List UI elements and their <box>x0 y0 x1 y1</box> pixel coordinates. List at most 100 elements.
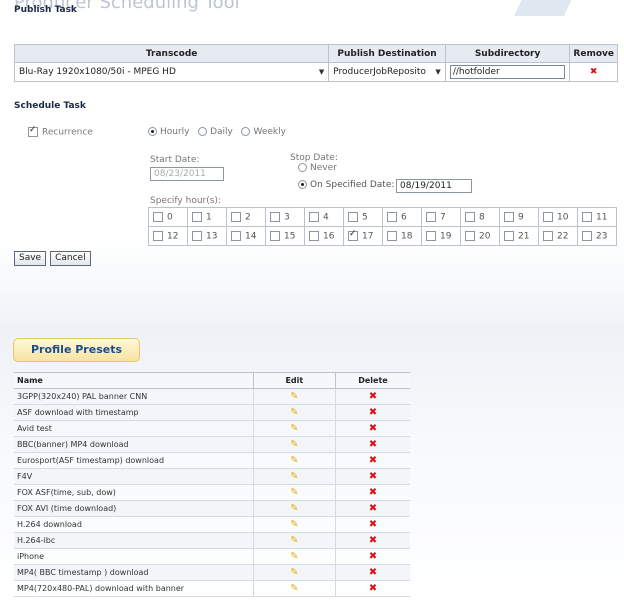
preset-row: H.264 download ✎ ✖ <box>14 516 410 533</box>
start-date-input[interactable]: 08/23/2011 <box>150 167 224 181</box>
delete-x-icon[interactable]: ✖ <box>334 436 410 453</box>
preset-name: H.264 download <box>14 516 254 533</box>
transcode-select[interactable]: Blu-Ray 1920x1080/50i - MPEG HD ▼ <box>13 62 330 82</box>
delete-x-icon[interactable]: ✖ <box>334 452 410 469</box>
hour-checkbox-2[interactable]: 2 <box>226 207 266 227</box>
radio-daily-label: Daily <box>210 127 233 137</box>
checkbox-icon <box>426 211 436 222</box>
edit-pencil-icon[interactable]: ✎ <box>252 516 336 533</box>
hour-checkbox-23[interactable]: 23 <box>577 226 617 246</box>
edit-pencil-icon[interactable]: ✎ <box>252 404 336 421</box>
edit-pencil-icon[interactable]: ✎ <box>252 580 336 597</box>
recurrence-checkbox[interactable]: Recurrence <box>28 125 93 138</box>
delete-x-icon[interactable]: ✖ <box>334 548 410 565</box>
checkbox-icon <box>465 211 475 222</box>
hour-checkbox-14[interactable]: 14 <box>226 226 266 246</box>
destination-select[interactable]: ProducerJobReposito ▼ <box>328 62 446 82</box>
edit-pencil-icon[interactable]: ✎ <box>252 564 336 581</box>
hour-checkbox-12[interactable]: 12 <box>148 226 188 246</box>
delete-x-icon[interactable]: ✖ <box>334 516 410 533</box>
delete-x-icon[interactable]: ✖ <box>334 484 410 501</box>
radio-hourly[interactable]: Hourly <box>148 127 190 137</box>
checkbox-icon <box>153 230 163 241</box>
hour-checkbox-8[interactable]: 8 <box>460 207 500 227</box>
checkbox-icon <box>426 230 436 241</box>
checkbox-icon <box>465 230 475 241</box>
preset-row: MP4(720x480-PAL) download with banner ✎ ✖ <box>14 580 410 597</box>
radio-selected-icon <box>298 180 307 189</box>
preset-name: F4V <box>14 468 254 485</box>
hour-checkbox-20[interactable]: 20 <box>460 226 500 246</box>
preset-row: ASF download with timestamp ✎ ✖ <box>14 404 410 421</box>
delete-x-icon[interactable]: ✖ <box>334 564 410 581</box>
hour-label: 2 <box>245 212 251 223</box>
delete-x-icon[interactable]: ✖ <box>334 580 410 597</box>
save-button[interactable]: Save <box>14 251 47 266</box>
hour-label: 15 <box>284 231 296 242</box>
delete-x-icon[interactable]: ✖ <box>334 388 410 405</box>
hour-checkbox-6[interactable]: 6 <box>382 207 422 227</box>
chevron-down-icon: ▼ <box>318 68 325 76</box>
hour-label: 7 <box>440 212 446 223</box>
header-decoration <box>513 0 577 16</box>
delete-x-icon[interactable]: ✖ <box>334 404 410 421</box>
preset-name: FOX AVI (time download) <box>14 500 254 517</box>
radio-on-date[interactable]: On Specified Date: <box>298 180 394 190</box>
edit-pencil-icon[interactable]: ✎ <box>252 500 336 517</box>
subdirectory-input[interactable]: //hotfolder <box>449 65 566 79</box>
remove-x-icon[interactable]: ✖ <box>569 62 618 82</box>
checkbox-checked-icon <box>348 229 358 241</box>
delete-x-icon[interactable]: ✖ <box>334 468 410 485</box>
profile-presets-tab[interactable]: Profile Presets <box>13 338 140 362</box>
edit-pencil-icon[interactable]: ✎ <box>252 436 336 453</box>
hour-checkbox-7[interactable]: 7 <box>421 207 461 227</box>
hour-label: 19 <box>440 231 452 242</box>
hour-checkbox-9[interactable]: 9 <box>499 207 539 227</box>
radio-icon <box>298 163 307 172</box>
edit-pencil-icon[interactable]: ✎ <box>252 548 336 565</box>
hour-checkbox-17[interactable]: 17 <box>343 226 383 246</box>
stop-date-label: Stop Date: <box>290 153 338 163</box>
preset-name: MP4( BBC timestamp ) download <box>14 564 254 581</box>
hour-label: 13 <box>206 231 218 242</box>
preset-row: Avid test ✎ ✖ <box>14 420 410 437</box>
radio-never[interactable]: Never <box>298 163 337 173</box>
hours-row: 12 13 14 15 16 17 18 19 20 21 22 23 <box>148 226 617 246</box>
checkbox-icon <box>504 211 514 222</box>
checkbox-icon <box>504 230 514 241</box>
edit-pencil-icon[interactable]: ✎ <box>252 388 336 405</box>
stop-date-input[interactable]: 08/19/2011 <box>396 179 472 193</box>
radio-daily[interactable]: Daily <box>198 127 233 137</box>
delete-x-icon[interactable]: ✖ <box>334 500 410 517</box>
preset-name: 3GPP(320x240) PAL banner CNN <box>14 388 254 405</box>
hour-checkbox-15[interactable]: 15 <box>265 226 305 246</box>
hour-label: 21 <box>518 231 530 242</box>
hour-checkbox-10[interactable]: 10 <box>538 207 578 227</box>
hour-checkbox-4[interactable]: 4 <box>304 207 344 227</box>
radio-weekly[interactable]: Weekly <box>241 127 286 137</box>
hour-checkbox-21[interactable]: 21 <box>499 226 539 246</box>
checkbox-icon <box>192 211 202 222</box>
hour-checkbox-22[interactable]: 22 <box>538 226 578 246</box>
edit-pencil-icon[interactable]: ✎ <box>252 452 336 469</box>
delete-x-icon[interactable]: ✖ <box>334 420 410 437</box>
hour-checkbox-11[interactable]: 11 <box>577 207 617 227</box>
hour-checkbox-3[interactable]: 3 <box>265 207 305 227</box>
hour-checkbox-1[interactable]: 1 <box>187 207 227 227</box>
hour-checkbox-0[interactable]: 0 <box>148 207 188 227</box>
publish-task-title: Publish Task <box>14 5 77 15</box>
checkbox-icon <box>192 230 202 241</box>
edit-pencil-icon[interactable]: ✎ <box>252 420 336 437</box>
hour-checkbox-5[interactable]: 5 <box>343 207 383 227</box>
hour-checkbox-18[interactable]: 18 <box>382 226 422 246</box>
hour-checkbox-19[interactable]: 19 <box>421 226 461 246</box>
col-delete: Delete <box>334 372 410 389</box>
delete-x-icon[interactable]: ✖ <box>334 532 410 549</box>
hour-checkbox-16[interactable]: 16 <box>304 226 344 246</box>
schedule-task-title: Schedule Task <box>14 101 86 111</box>
edit-pencil-icon[interactable]: ✎ <box>252 484 336 501</box>
edit-pencil-icon[interactable]: ✎ <box>252 532 336 549</box>
hour-checkbox-13[interactable]: 13 <box>187 226 227 246</box>
cancel-button[interactable]: Cancel <box>50 251 91 266</box>
edit-pencil-icon[interactable]: ✎ <box>252 468 336 485</box>
